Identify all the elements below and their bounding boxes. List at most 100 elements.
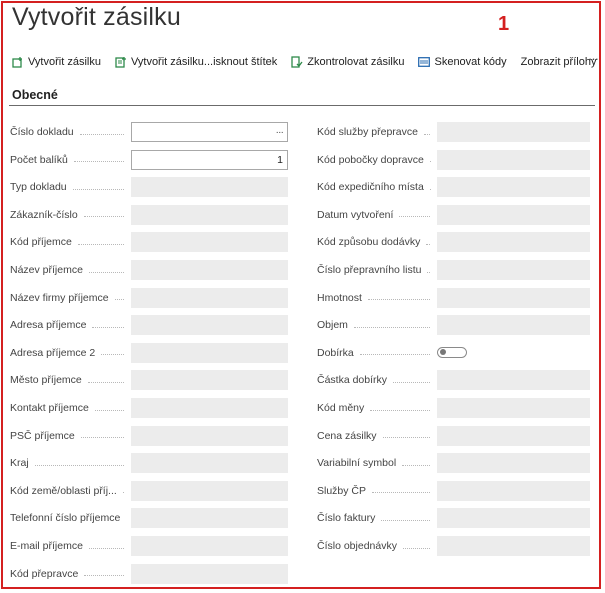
create-shipment-button[interactable]: Vytvořit zásilku [12, 56, 101, 68]
field-label-zakaznik-cislo: Zákazník-číslo [10, 209, 128, 221]
field-label-text: Kraj [10, 457, 29, 470]
field-row-cislo-prepravniho-listu: Číslo přepravního listu [317, 260, 434, 280]
input-kod-expedicniho-mista[interactable] [437, 177, 590, 198]
scan-codes-button[interactable]: Skenovat kódy [418, 56, 507, 68]
label-leader-dots [423, 133, 430, 135]
check-shipment-icon [291, 56, 303, 68]
field-label-text: Adresa příjemce [10, 319, 87, 332]
label-leader-dots [367, 298, 430, 301]
input-value: 1 [277, 153, 283, 166]
input-sluzby-cp[interactable] [437, 480, 590, 501]
field-row-kod-expedicniho-mista: Kód expedičního místa [317, 177, 434, 197]
field-row-psc-prijemce: PSČ příjemce [10, 426, 128, 446]
input-nazev-prijemce[interactable] [131, 260, 288, 280]
input-kod-prijemce[interactable] [131, 232, 288, 253]
field-label-kod-zpusobu-dodavky: Kód způsobu dodávky [317, 236, 434, 248]
input-hmotnost[interactable] [437, 287, 590, 308]
input-adresa-prijemce-2[interactable] [131, 342, 288, 363]
field-row-adresa-prijemce-2: Adresa příjemce 2 [10, 343, 128, 363]
field-label-kod-expedicniho-mista: Kód expedičního místa [317, 181, 434, 193]
input-zakaznik-cislo[interactable] [131, 204, 288, 225]
label-leader-dots [370, 409, 430, 411]
input-pocet-baliku[interactable]: 1 [131, 149, 288, 170]
label-leader-dots [73, 160, 124, 163]
field-label-kraj: Kraj [10, 457, 128, 469]
field-label-text: Hmotnost [317, 291, 362, 304]
label-leader-dots [122, 491, 124, 494]
field-row-cislo-faktury: Číslo faktury [317, 508, 434, 528]
field-label-adresa-prijemce-2: Adresa příjemce 2 [10, 347, 128, 359]
field-label-objem: Objem [317, 319, 434, 331]
field-label-cislo-dokladu: Číslo dokladu [10, 126, 128, 138]
input-kod-zpusobu-dodavky[interactable] [437, 232, 590, 253]
field-label-text: Kontakt příjemce [10, 402, 89, 414]
field-label-dobirka: Dobírka [317, 347, 434, 359]
field-row-zakaznik-cislo: Zákazník-číslo [10, 205, 128, 225]
create-print-label-button[interactable]: Vytvořit zásilku...isknout štítek [115, 56, 277, 68]
field-label-text: Služby ČP [317, 484, 367, 497]
page-title: Vytvořit zásilku [12, 3, 181, 31]
input-kod-meny[interactable] [437, 398, 590, 418]
input-kraj[interactable] [131, 453, 288, 474]
toggle-dobirka[interactable] [437, 346, 467, 358]
input-telefonni-cislo-prijemce[interactable] [131, 508, 288, 529]
input-cislo-faktury[interactable] [437, 508, 590, 529]
field-row-typ-dokladu: Typ dokladu [10, 177, 128, 197]
label-leader-dots [382, 436, 430, 439]
input-psc-prijemce[interactable] [131, 425, 288, 446]
input-e-mail-prijemce[interactable] [131, 536, 288, 556]
field-label-text: Kód způsobu dodávky [317, 236, 421, 249]
label-leader-dots [87, 381, 124, 383]
label-leader-dots [393, 381, 430, 383]
field-label-text: Datum vytvoření [317, 208, 394, 221]
input-datum-vytvoreni[interactable] [437, 204, 590, 225]
field-row-nazev-prijemce: Název příjemce [10, 260, 128, 280]
input-kontakt-prijemce[interactable] [131, 398, 288, 418]
field-row-kod-zeme-oblasti-prij: Kód země/oblasti příj... [10, 481, 128, 501]
field-label-text: Číslo dokladu [10, 126, 74, 138]
field-label-text: PSČ příjemce [10, 429, 75, 442]
more-actions-button[interactable]: ··· [588, 51, 599, 66]
input-kod-pobocky-dopravce[interactable] [437, 149, 590, 170]
lookup-assist-button[interactable]: ··· [276, 126, 284, 138]
input-cislo-prepravniho-listu[interactable] [437, 260, 590, 280]
input-nazev-firmy-prijemce[interactable] [131, 287, 288, 308]
field-row-dobirka: Dobírka [317, 343, 434, 363]
input-kod-sluzby-prepravce[interactable] [437, 122, 590, 142]
create-shipment-label: Vytvořit zásilku [28, 56, 101, 68]
input-objem[interactable] [437, 315, 590, 336]
check-shipment-button[interactable]: Zkontrolovat zásilku [291, 56, 404, 68]
input-variabilni-symbol[interactable] [437, 453, 590, 474]
action-bar: Vytvořit zásilku Vytvořit zásilku...iskn… [12, 53, 599, 71]
section-divider [9, 105, 595, 106]
label-leader-dots [427, 271, 430, 273]
section-title: Obecné [12, 88, 58, 102]
input-castka-dobirky[interactable] [437, 370, 590, 391]
label-leader-dots [34, 464, 124, 466]
label-leader-dots [359, 353, 430, 356]
input-adresa-prijemce[interactable] [131, 315, 288, 336]
field-row-castka-dobirky: Částka dobírky [317, 370, 434, 390]
label-leader-dots [402, 464, 430, 466]
field-label-text: Cena zásilky [317, 429, 377, 442]
label-leader-dots [79, 133, 124, 135]
label-leader-dots [353, 326, 430, 328]
input-cena-zasilky[interactable] [437, 425, 590, 446]
input-mesto-prijemce[interactable] [131, 370, 288, 391]
field-label-text: Kód příjemce [10, 236, 72, 249]
field-label-text: Název příjemce [10, 264, 83, 276]
input-kod-prepravce[interactable] [131, 563, 288, 584]
input-kod-zeme-oblasti-prij[interactable] [131, 480, 288, 501]
field-label-kod-pobocky-dopravce: Kód pobočky dopravce [317, 154, 434, 166]
scan-codes-icon [418, 56, 431, 68]
field-label-text: Kód přepravce [10, 567, 79, 580]
input-cislo-objednavky[interactable] [437, 536, 590, 556]
show-attachments-button[interactable]: Zobrazit přílohy [521, 56, 597, 68]
label-leader-dots [426, 243, 430, 245]
field-label-text: Telefonní číslo příjemce [10, 512, 121, 525]
create-print-label-icon [115, 56, 127, 68]
label-leader-dots [77, 243, 124, 245]
input-typ-dokladu[interactable] [131, 177, 288, 198]
input-cislo-dokladu[interactable]: ··· [131, 122, 288, 142]
scan-codes-label: Skenovat kódy [434, 56, 507, 68]
